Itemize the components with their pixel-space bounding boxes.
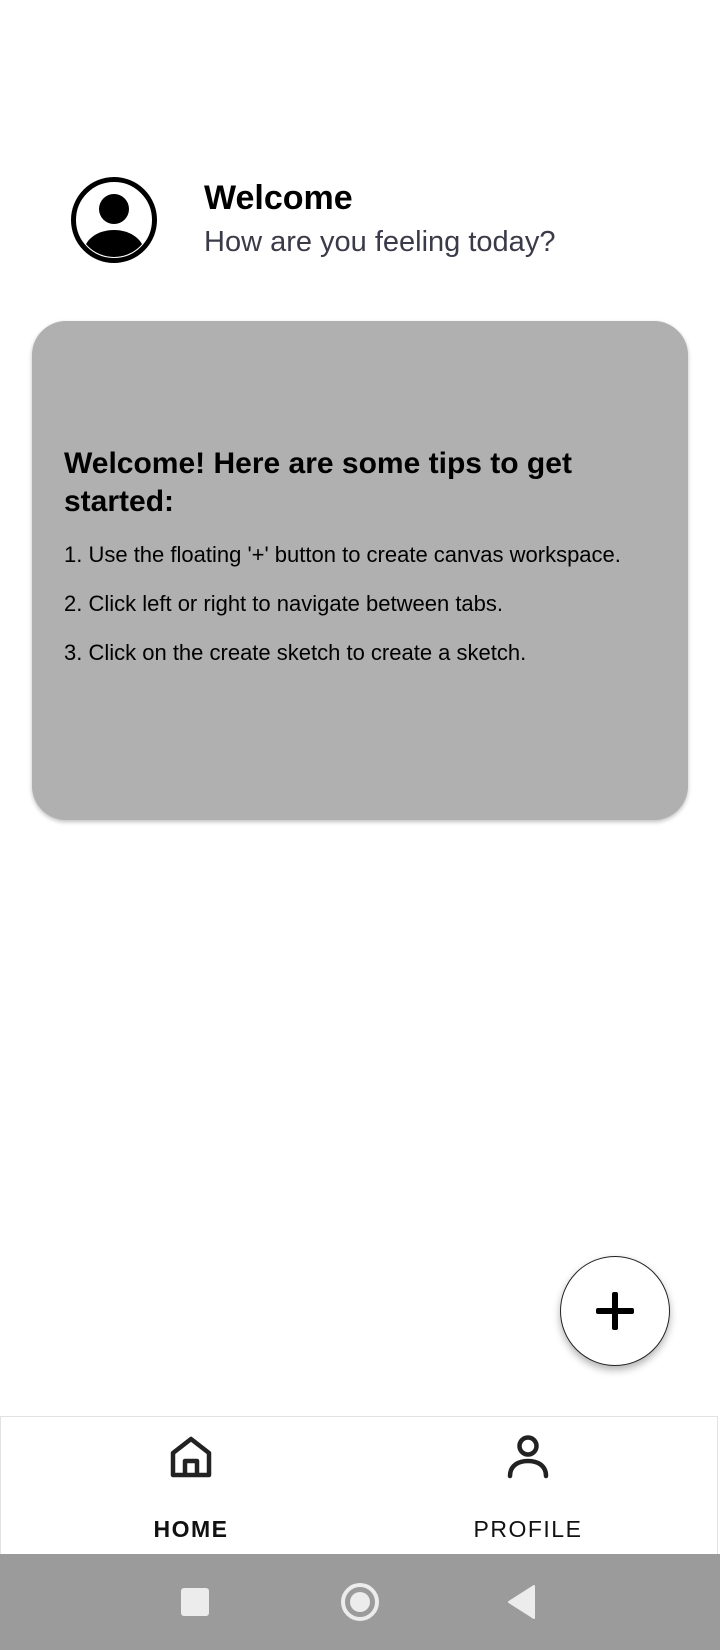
plus-icon [596, 1292, 634, 1330]
system-navigation-bar [0, 1554, 720, 1650]
account-circle-icon[interactable] [70, 176, 158, 264]
greeting: Welcome How are you feeling today? [204, 178, 555, 262]
tips-title: Welcome! Here are some tips to get start… [64, 447, 572, 518]
nav-label-profile: PROFILE [473, 1516, 583, 1542]
tips-content: Welcome! Here are some tips to get start… [64, 445, 664, 688]
back-triangle-icon[interactable] [500, 1579, 546, 1625]
header: Welcome How are you feeling today? [0, 168, 720, 278]
home-icon [170, 1436, 212, 1478]
nav-item-profile[interactable]: PROFILE [418, 1417, 638, 1555]
nav-item-home[interactable]: HOME [81, 1417, 301, 1555]
nav-label-home: HOME [153, 1516, 229, 1542]
create-canvas-fab-button[interactable] [560, 1256, 670, 1366]
tip-item-2: 2. Click left or right to navigate betwe… [64, 591, 504, 616]
bottom-navigation: HOME PROFILE [0, 1416, 718, 1554]
recents-square-icon[interactable] [172, 1579, 218, 1625]
welcome-subtitle: How are you feeling today? [204, 226, 556, 258]
tip-item-1: 1. Use the floating '+' button to create… [64, 542, 621, 567]
tip-item-3: 3. Click on the create sketch to create … [64, 640, 527, 665]
tips-card: Welcome! Here are some tips to get start… [32, 321, 688, 820]
home-circle-icon[interactable] [337, 1579, 383, 1625]
person-icon [507, 1435, 549, 1479]
welcome-title: Welcome [204, 179, 353, 217]
